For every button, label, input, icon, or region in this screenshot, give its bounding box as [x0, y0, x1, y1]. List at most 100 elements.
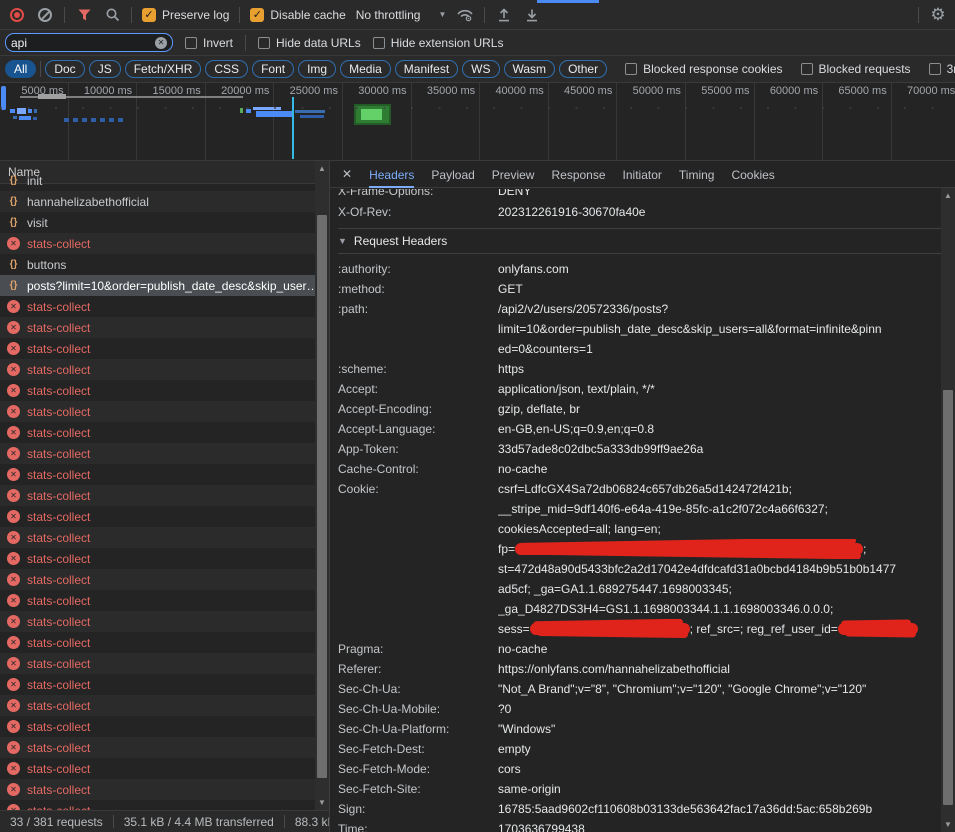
hide-extension-urls-checkbox[interactable]: Hide extension URLs	[373, 36, 504, 50]
request-row[interactable]: stats-collect	[0, 401, 315, 422]
scroll-down-icon[interactable]: ▼	[941, 818, 955, 831]
import-har-button[interactable]	[495, 6, 513, 24]
type-filter-doc[interactable]: Doc	[45, 60, 84, 78]
header-value-line: https://onlyfans.com/hannahelizabethoffi…	[498, 659, 941, 679]
header-name: :path:	[338, 299, 498, 359]
request-row[interactable]: stats-collect	[0, 632, 315, 653]
request-row[interactable]: stats-collect	[0, 443, 315, 464]
json-request-icon: {}	[7, 175, 20, 186]
request-row[interactable]: {}hannahelizabethofficial	[0, 191, 315, 212]
request-list-panel: Name {}init{}hannahelizabethofficial{}vi…	[0, 161, 315, 810]
request-row[interactable]: stats-collect	[0, 569, 315, 590]
scroll-up-icon[interactable]: ▲	[315, 162, 329, 175]
request-row[interactable]: stats-collect	[0, 611, 315, 632]
scroll-down-icon[interactable]: ▼	[315, 796, 329, 809]
request-row[interactable]: stats-collect	[0, 716, 315, 737]
request-row[interactable]: stats-collect	[0, 422, 315, 443]
request-row[interactable]: stats-collect	[0, 485, 315, 506]
request-row[interactable]: stats-collect	[0, 233, 315, 254]
tab-headers[interactable]: Headers	[369, 161, 414, 188]
close-icon[interactable]: ✕	[342, 167, 352, 181]
failed-request-icon	[7, 405, 20, 418]
pill-divider	[40, 61, 41, 77]
type-filter-all[interactable]: All	[5, 60, 36, 78]
json-request-icon: {}	[7, 259, 20, 270]
request-row[interactable]: {}init	[0, 170, 315, 191]
request-row[interactable]: stats-collect	[0, 464, 315, 485]
request-row[interactable]: {}visit	[0, 212, 315, 233]
3rd-party-requests-checkbox[interactable]: 3rd-party requests	[929, 62, 955, 76]
waterfall-activity	[295, 110, 325, 113]
header-name: :scheme:	[338, 359, 498, 379]
disable-cache-checkbox[interactable]: Disable cache	[250, 8, 345, 22]
request-row[interactable]: stats-collect	[0, 317, 315, 338]
request-row[interactable]: stats-collect	[0, 296, 315, 317]
request-name: stats-collect	[27, 552, 90, 566]
record-button[interactable]	[8, 6, 26, 24]
request-row[interactable]: stats-collect	[0, 737, 315, 758]
clear-filter-icon[interactable]	[155, 37, 167, 49]
type-filter-ws[interactable]: WS	[462, 60, 499, 78]
filter-button[interactable]	[75, 6, 93, 24]
filter-input[interactable]	[11, 36, 155, 50]
invert-checkbox[interactable]: Invert	[185, 36, 233, 50]
scrollbar-thumb[interactable]	[943, 390, 953, 805]
tab-preview[interactable]: Preview	[492, 161, 535, 188]
type-filter-css[interactable]: CSS	[205, 60, 248, 78]
details-scrollbar[interactable]: ▲ ▼	[941, 188, 955, 832]
tab-payload[interactable]: Payload	[431, 161, 474, 188]
request-row[interactable]: stats-collect	[0, 653, 315, 674]
type-filter-other[interactable]: Other	[559, 60, 607, 78]
request-list-scrollbar[interactable]: ▲ ▼	[315, 161, 329, 810]
request-row[interactable]: stats-collect	[0, 758, 315, 779]
request-row[interactable]: {}posts?limit=10&order=publish_date_desc…	[0, 275, 315, 296]
request-row[interactable]: stats-collect	[0, 590, 315, 611]
network-conditions-button[interactable]	[456, 6, 474, 24]
request-row[interactable]: stats-collect	[0, 380, 315, 401]
header-value-line: gzip, deflate, br	[498, 399, 941, 419]
scroll-up-icon[interactable]: ▲	[941, 189, 955, 202]
blocked-requests-checkbox[interactable]: Blocked requests	[801, 62, 911, 76]
blocked-response-cookies-checkbox[interactable]: Blocked response cookies	[625, 62, 782, 76]
scrollbar-thumb[interactable]	[317, 215, 327, 778]
request-row[interactable]: stats-collect	[0, 527, 315, 548]
transferred-size: 35.1 kB / 4.4 MB transferred	[124, 815, 274, 829]
request-row[interactable]: stats-collect	[0, 506, 315, 527]
timeline-overview[interactable]: 5000 ms10000 ms15000 ms20000 ms25000 ms3…	[0, 83, 955, 161]
type-filter-font[interactable]: Font	[252, 60, 294, 78]
request-row[interactable]: stats-collect	[0, 359, 315, 380]
type-filter-manifest[interactable]: Manifest	[395, 60, 458, 78]
tab-timing[interactable]: Timing	[679, 161, 715, 188]
request-row[interactable]: stats-collect	[0, 695, 315, 716]
tab-initiator[interactable]: Initiator	[623, 161, 662, 188]
header-value-line: st=472d48a90d5433bfc2a2d17042e4dfdcafd31…	[498, 559, 941, 579]
preserve-log-checkbox[interactable]: Preserve log	[142, 8, 229, 22]
header-value-line: 1703636799438	[498, 819, 941, 832]
timeline-selection-handle[interactable]	[1, 86, 6, 110]
type-filter-list: All Doc JSFetch/XHRCSSFontImgMediaManifest…	[5, 60, 607, 78]
header-value-line: same-origin	[498, 779, 941, 799]
header-value-line: "Not_A Brand";v="8", "Chromium";v="120",…	[498, 679, 941, 699]
clipped-header-row: X-Frame-Options: DENY	[338, 189, 941, 202]
tab-response[interactable]: Response	[551, 161, 605, 188]
export-har-button[interactable]	[523, 6, 541, 24]
request-row[interactable]: stats-collect	[0, 779, 315, 800]
hide-data-urls-checkbox[interactable]: Hide data URLs	[258, 36, 361, 50]
request-row[interactable]: stats-collect	[0, 674, 315, 695]
settings-button[interactable]: ⚙	[929, 6, 947, 24]
request-row[interactable]: {}buttons	[0, 254, 315, 275]
search-button[interactable]	[103, 6, 121, 24]
request-row[interactable]: stats-collect	[0, 800, 315, 810]
type-filter-wasm[interactable]: Wasm	[504, 60, 556, 78]
request-headers-section[interactable]: ▼ Request Headers	[338, 228, 941, 254]
type-filter-fetch-xhr[interactable]: Fetch/XHR	[125, 60, 202, 78]
type-filter-media[interactable]: Media	[340, 60, 391, 78]
type-filter-js[interactable]: JS	[89, 60, 121, 78]
clear-button[interactable]	[36, 6, 54, 24]
header-value: /api2/v2/users/20572336/posts?limit=10&o…	[498, 299, 941, 359]
tab-cookies[interactable]: Cookies	[731, 161, 774, 188]
throttling-dropdown[interactable]: No throttling ▼	[356, 8, 447, 22]
request-row[interactable]: stats-collect	[0, 338, 315, 359]
request-row[interactable]: stats-collect	[0, 548, 315, 569]
type-filter-img[interactable]: Img	[298, 60, 336, 78]
